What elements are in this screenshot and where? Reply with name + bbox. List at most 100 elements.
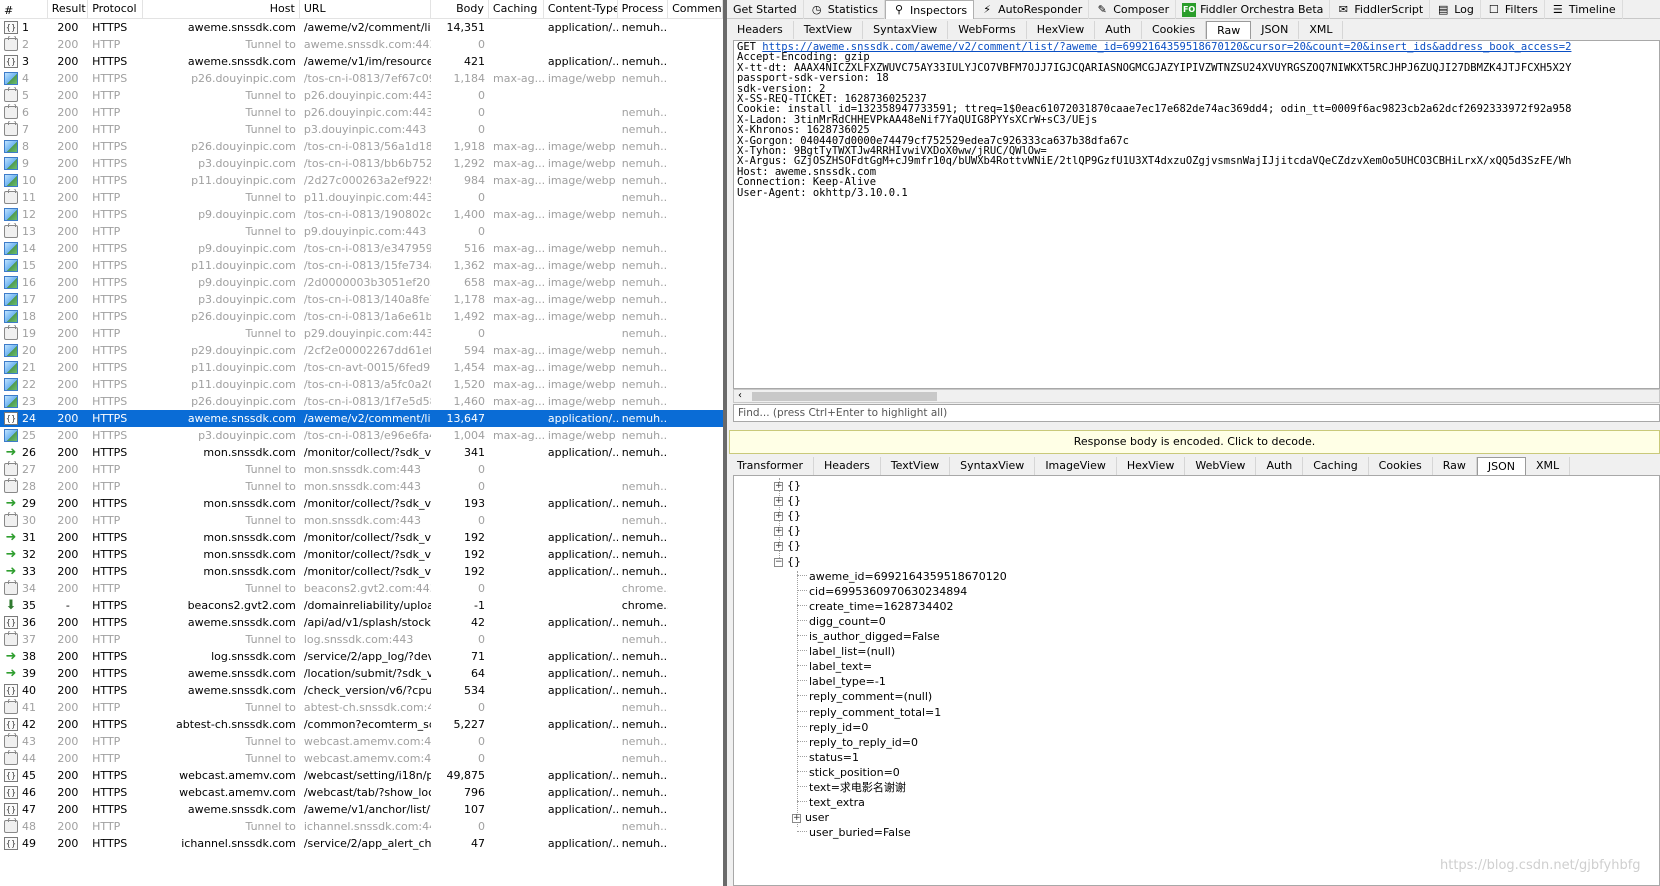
session-row[interactable]: 21 200 HTTPS p11.douyinpic.com/tos-cn-avt-0…	[0, 359, 723, 376]
json-field[interactable]: text_extra	[797, 795, 865, 810]
response-tab-auth[interactable]: Auth	[1256, 457, 1304, 475]
session-row[interactable]: ➜ 29 200 HTTPS mon.snssdk.com/monitor/collec…	[0, 495, 723, 512]
col-host[interactable]: Host	[143, 0, 300, 18]
session-row[interactable]: ➜ 33 200 HTTPS mon.snssdk.com/monitor/collec…	[0, 563, 723, 580]
json-field[interactable]: cid=6995360970630234894	[797, 584, 967, 599]
json-field[interactable]: stick_position=0	[797, 765, 900, 780]
response-tab-transformer[interactable]: Transformer	[727, 457, 815, 475]
expand-icon[interactable]: +	[774, 512, 783, 522]
response-tab-textview[interactable]: TextView	[881, 457, 951, 475]
horizontal-scrollbar[interactable]: ‹	[733, 389, 1660, 403]
json-field[interactable]: is_author_digged=False	[797, 629, 940, 644]
response-tab-json[interactable]: JSON	[1476, 457, 1527, 475]
session-row[interactable]: 12 200 HTTPS p9.douyinpic.com/tos-cn-i-0813…	[0, 206, 723, 223]
session-row[interactable]: 17 200 HTTPS p3.douyinpic.com/tos-cn-i-0813…	[0, 291, 723, 308]
json-field[interactable]: status=1	[797, 750, 859, 765]
session-row[interactable]: 25 200 HTTPS p3.douyinpic.com/tos-cn-i-0813…	[0, 427, 723, 444]
col-process[interactable]: Process	[618, 0, 669, 18]
session-row[interactable]: 5 200 HTTP Tunnel to p26.douyinpic.com:443 0	[0, 87, 723, 104]
json-node-collapsed[interactable]: + {}	[774, 508, 801, 523]
session-row[interactable]: ➜ 39 200 HTTPS aweme.snssdk.com/location/sub…	[0, 665, 723, 682]
tab-statistics[interactable]: ◷ Statistics	[804, 0, 886, 19]
session-row[interactable]: 20 200 HTTPS p29.douyinpic.com/2cf2e0000226…	[0, 342, 723, 359]
session-row[interactable]: 18 200 HTTPS p26.douyinpic.com/tos-cn-i-081…	[0, 308, 723, 325]
json-tree-view[interactable]: +{} +{} +{} +{} +{} −{} aweme_id=6992164359518…	[733, 475, 1660, 886]
request-tab-auth[interactable]: Auth	[1095, 21, 1142, 39]
request-tab-raw[interactable]: Raw	[1206, 21, 1252, 39]
request-tab-xml[interactable]: XML	[1299, 21, 1344, 39]
session-row[interactable]: 4 200 HTTPS p26.douyinpic.com/tos-cn-i-0813…	[0, 70, 723, 87]
response-tab-headers[interactable]: Headers	[814, 457, 881, 475]
response-tab-syntaxview[interactable]: SyntaxView	[950, 457, 1036, 475]
json-node-collapsed[interactable]: + {}	[774, 538, 801, 553]
session-row[interactable]: 14 200 HTTPS p9.douyinpic.com/tos-cn-i-0813…	[0, 240, 723, 257]
col-caching[interactable]: Caching	[489, 0, 544, 18]
collapse-icon[interactable]: −	[774, 557, 783, 567]
json-node-expanded[interactable]: −{}	[774, 554, 801, 569]
session-row[interactable]: ➜ 31 200 HTTPS mon.snssdk.com/monitor/collec…	[0, 529, 723, 546]
session-row[interactable]: 30 200 HTTP Tunnel to mon.snssdk.com:443 0 nem…	[0, 512, 723, 529]
request-tab-textview[interactable]: TextView	[794, 21, 864, 39]
request-tab-syntaxview[interactable]: SyntaxView	[863, 21, 949, 39]
col-number[interactable]: #	[0, 0, 48, 18]
response-tab-hexview[interactable]: HexView	[1117, 457, 1186, 475]
session-row[interactable]: 13 200 HTTP Tunnel to p9.douyinpic.com:443 0	[0, 223, 723, 240]
session-row[interactable]: 6 200 HTTP Tunnel to p26.douyinpic.com:443 0 n…	[0, 104, 723, 121]
session-row[interactable]: 34 200 HTTP Tunnel to beacons2.gvt2.com:443 0…	[0, 580, 723, 597]
session-row[interactable]: 43 200 HTTP Tunnel to webcast.amemv.com:443 0…	[0, 733, 723, 750]
response-tab-cookies[interactable]: Cookies	[1369, 457, 1433, 475]
session-row[interactable]: {} 46 200 HTTPS webcast.amemv.com/webcast/ta…	[0, 784, 723, 801]
horizontal-splitter[interactable]	[727, 424, 1660, 429]
col-protocol[interactable]: Protocol	[88, 0, 144, 18]
col-content-type[interactable]: Content-Type	[544, 0, 618, 18]
tab-autoresponder[interactable]: ⚡ AutoResponder	[974, 0, 1090, 19]
tab-fiddlerscript[interactable]: ✉ FiddlerScript	[1330, 0, 1431, 19]
json-node-collapsed[interactable]: + {}	[774, 523, 801, 538]
col-url[interactable]: URL	[300, 0, 432, 18]
session-row[interactable]: ⬇ 35 - HTTPS beacons2.gvt2.com/domainreliabi…	[0, 597, 723, 614]
session-row[interactable]: 48 200 HTTP Tunnel to ichannel.snssdk.com:44…	[0, 818, 723, 835]
decode-banner[interactable]: Response body is encoded. Click to decod…	[729, 430, 1660, 454]
response-tab-webview[interactable]: WebView	[1185, 457, 1257, 475]
session-row[interactable]: {} 42 200 HTTPS abtest-ch.snssdk.com/common?…	[0, 716, 723, 733]
expand-icon[interactable]: +	[792, 814, 801, 824]
col-body[interactable]: Body	[431, 0, 489, 18]
response-tab-raw[interactable]: Raw	[1433, 457, 1477, 475]
expand-icon[interactable]: +	[774, 497, 783, 507]
response-tab-imageview[interactable]: ImageView	[1035, 457, 1117, 475]
find-input[interactable]: Find... (press Ctrl+Enter to highlight a…	[733, 404, 1660, 422]
json-node-collapsed[interactable]: + {}	[774, 478, 801, 493]
session-row[interactable]: 27 200 HTTP Tunnel to mon.snssdk.com:443 0	[0, 461, 723, 478]
json-field[interactable]: label_text=	[797, 659, 872, 674]
session-row[interactable]: {} 3 200 HTTPS aweme.snssdk.com/aweme/v1/im/…	[0, 53, 723, 70]
session-row[interactable]: {} 49 200 HTTPS ichannel.snssdk.com/service/…	[0, 835, 723, 852]
json-field[interactable]: digg_count=0	[797, 614, 886, 629]
tab-inspectors[interactable]: ⚲ Inspectors	[885, 0, 975, 19]
session-row[interactable]: 23 200 HTTPS p26.douyinpic.com/tos-cn-i-081…	[0, 393, 723, 410]
session-row[interactable]: 8 200 HTTPS p26.douyinpic.com/tos-cn-i-0813…	[0, 138, 723, 155]
session-row[interactable]: {} 45 200 HTTPS webcast.amemv.com/webcast/se…	[0, 767, 723, 784]
tab-timeline[interactable]: ☰ Timeline	[1545, 0, 1623, 19]
session-row[interactable]: 7 200 HTTP Tunnel to p3.douyinpic.com:443 0 ne…	[0, 121, 723, 138]
tab-fiddler-orchestra[interactable]: FO Fiddler Orchestra Beta	[1176, 0, 1331, 19]
request-tab-hexview[interactable]: HexView	[1027, 21, 1096, 39]
json-field[interactable]: aweme_id=6992164359518670120	[797, 569, 1007, 584]
expand-icon[interactable]: +	[774, 482, 783, 491]
session-row[interactable]: 41 200 HTTP Tunnel to abtest-ch.snssdk.com:4…	[0, 699, 723, 716]
tab-log[interactable]: ▤ Log	[1430, 0, 1481, 19]
session-row[interactable]: 44 200 HTTP Tunnel to webcast.amemv.com:443 0…	[0, 750, 723, 767]
scroll-left-icon[interactable]: ‹	[738, 390, 742, 402]
request-tab-webforms[interactable]: WebForms	[948, 21, 1027, 39]
response-tab-xml[interactable]: XML	[1526, 457, 1571, 475]
json-field[interactable]: create_time=1628734402	[797, 599, 953, 614]
session-row[interactable]: 37 200 HTTP Tunnel to log.snssdk.com:443 0 nem…	[0, 631, 723, 648]
raw-request-view[interactable]: GET https://aweme.snssdk.com/aweme/v2/co…	[733, 40, 1660, 389]
tab-filters[interactable]: ☐ Filters	[1481, 0, 1545, 19]
sessions-list[interactable]: # Result Protocol Host URL Body Caching …	[0, 0, 723, 886]
scroll-thumb[interactable]	[752, 392, 937, 401]
json-field[interactable]: text=求电影名谢谢	[797, 780, 906, 795]
session-row[interactable]: 15 200 HTTPS p11.douyinpic.com/tos-cn-i-081…	[0, 257, 723, 274]
request-tab-json[interactable]: JSON	[1251, 21, 1300, 39]
tab-composer[interactable]: ✎ Composer	[1089, 0, 1177, 19]
json-field[interactable]: reply_id=0	[797, 720, 868, 735]
